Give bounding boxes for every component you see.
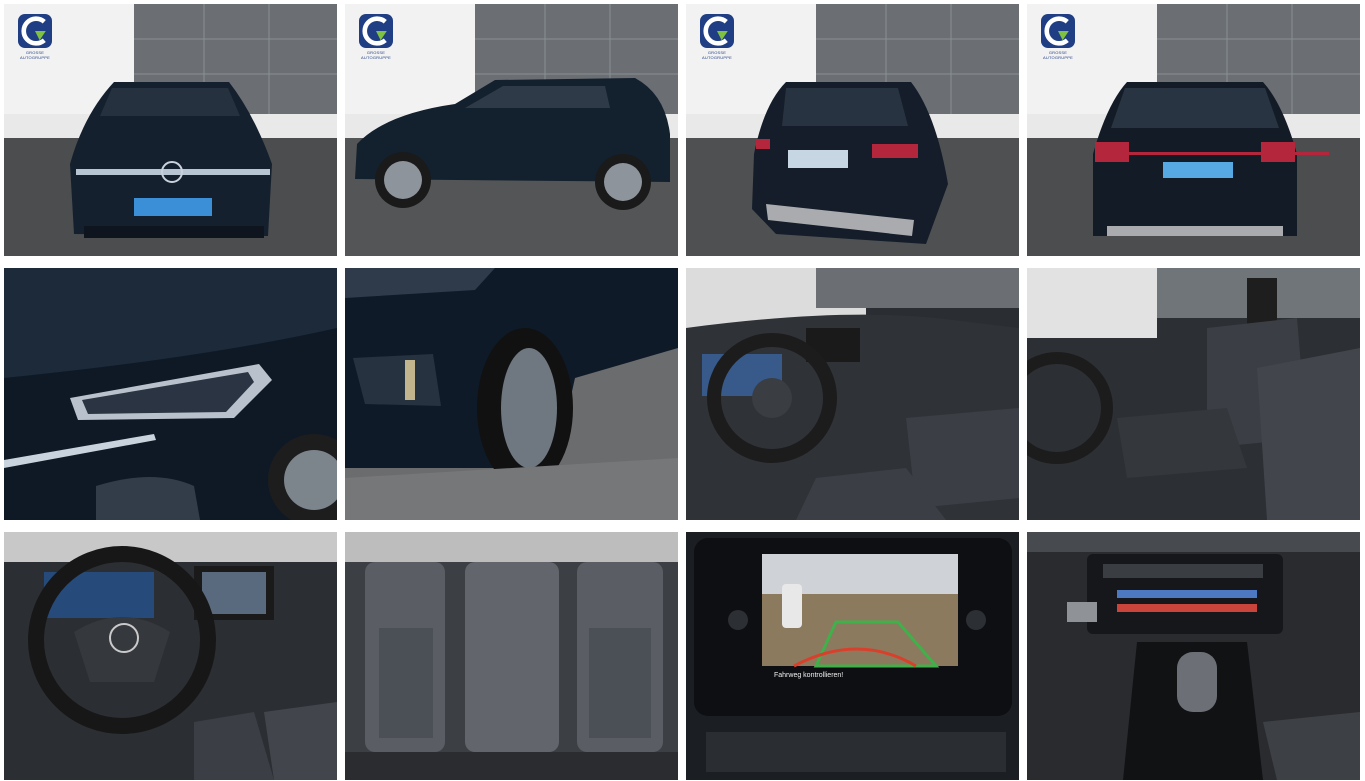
photo-interior-cockpit[interactable] (686, 268, 1019, 520)
photo-front-exterior[interactable]: GROSSE AUTOGRUPPE (4, 4, 337, 256)
dealer-logo: GROSSE AUTOGRUPPE (359, 14, 393, 60)
rear-camera-warning-text: Fahrweg kontrollieren! (774, 672, 844, 679)
dealer-logo-icon (359, 14, 393, 48)
dealer-logo-icon (18, 14, 52, 48)
photo-side-exterior[interactable]: GROSSE AUTOGRUPPE (345, 4, 678, 256)
photo-rear-seats[interactable] (345, 532, 678, 780)
photo-wheel-detail[interactable] (345, 268, 678, 520)
dealer-logo-subtext: GROSSE AUTOGRUPPE (361, 50, 391, 60)
photo-rear-exterior[interactable]: GROSSE AUTOGRUPPE (1027, 4, 1360, 256)
photo-dashboard-steering[interactable] (4, 532, 337, 780)
dealer-logo: GROSSE AUTOGRUPPE (1041, 14, 1075, 60)
dealer-logo-subtext: GROSSE AUTOGRUPPE (702, 50, 732, 60)
dealer-logo-icon (1041, 14, 1075, 48)
photo-front-seats[interactable] (1027, 268, 1360, 520)
photo-center-console[interactable] (1027, 532, 1360, 780)
dealer-logo: GROSSE AUTOGRUPPE (18, 14, 52, 60)
dealer-logo-icon (700, 14, 734, 48)
dealer-logo-subtext: GROSSE AUTOGRUPPE (20, 50, 50, 60)
dealer-logo: GROSSE AUTOGRUPPE (700, 14, 734, 60)
photo-gallery: GROSSE AUTOGRUPPE GROSSE AUTOGRUPPE GROS… (0, 0, 1365, 781)
photo-headlight-detail[interactable] (4, 268, 337, 520)
photo-infotainment-rear-camera[interactable]: Fahrweg kontrollieren! (686, 532, 1019, 780)
dealer-logo-subtext: GROSSE AUTOGRUPPE (1043, 50, 1073, 60)
photo-rear-three-quarter[interactable]: GROSSE AUTOGRUPPE (686, 4, 1019, 256)
